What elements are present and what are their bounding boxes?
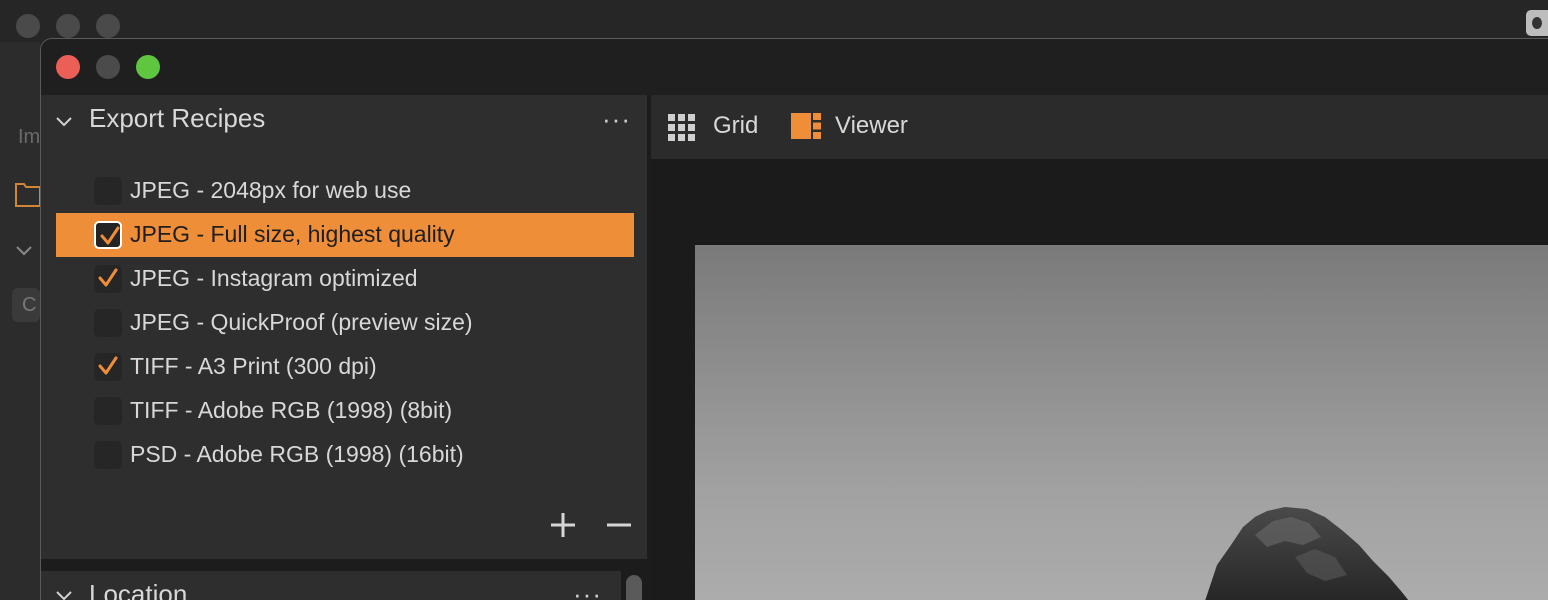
- background-pill[interactable]: C: [12, 288, 40, 322]
- location-panel[interactable]: Location ···: [41, 571, 621, 600]
- more-options-icon[interactable]: ···: [602, 106, 631, 132]
- recipe-label: TIFF - Adobe RGB (1998) (8bit): [130, 397, 453, 423]
- export-recipes-header[interactable]: Export Recipes ···: [41, 95, 647, 145]
- checkmark-icon: [98, 268, 118, 287]
- recipe-checkbox[interactable]: [94, 177, 122, 205]
- image-viewer[interactable]: [651, 159, 1548, 600]
- view-toolbar: Grid Viewer: [651, 95, 1548, 159]
- grid-icon[interactable]: [667, 113, 697, 143]
- recipe-label: JPEG - Instagram optimized: [130, 265, 418, 291]
- recipe-item[interactable]: PSD - Adobe RGB (1998) (16bit): [56, 433, 634, 477]
- recipe-label: JPEG - Full size, highest quality: [130, 221, 455, 247]
- grid-button[interactable]: Grid: [713, 112, 758, 140]
- titlebar: [41, 39, 1548, 95]
- recipe-item[interactable]: JPEG - 2048px for web use: [56, 169, 634, 213]
- viewer-button[interactable]: Viewer: [835, 112, 908, 140]
- recipe-label: JPEG - QuickProof (preview size): [130, 309, 473, 335]
- scrollbar-thumb[interactable]: [626, 575, 642, 600]
- chevron-down-icon[interactable]: [55, 113, 73, 131]
- recipe-checkbox[interactable]: [94, 353, 122, 381]
- recipe-list: JPEG - 2048px for web use JPEG - Full siz…: [56, 169, 634, 477]
- folder-icon[interactable]: [14, 178, 40, 208]
- more-options-icon[interactable]: ···: [573, 579, 602, 600]
- zoom-button[interactable]: [136, 55, 160, 79]
- background-close-button[interactable]: [16, 14, 40, 38]
- plus-icon[interactable]: [549, 511, 577, 539]
- recipe-item[interactable]: JPEG - Full size, highest quality: [56, 213, 634, 257]
- minimize-button[interactable]: [96, 55, 120, 79]
- export-recipes-panel: Export Recipes ··· JPEG - 2048px for web…: [41, 95, 647, 559]
- export-recipes-title: Export Recipes: [89, 103, 266, 133]
- background-titlebar: [0, 0, 1548, 42]
- checkmark-icon: [100, 226, 120, 245]
- minus-icon[interactable]: [605, 511, 633, 539]
- recipe-item[interactable]: JPEG - QuickProof (preview size): [56, 301, 634, 345]
- checkmark-icon: [98, 356, 118, 375]
- recipe-checkbox[interactable]: [94, 397, 122, 425]
- close-button[interactable]: [56, 55, 80, 79]
- recipe-label: JPEG - 2048px for web use: [130, 177, 412, 203]
- background-zoom-button[interactable]: [96, 14, 120, 38]
- recipe-item[interactable]: JPEG - Instagram optimized: [56, 257, 634, 301]
- main-window: Export Recipes ··· JPEG - 2048px for web…: [40, 38, 1548, 600]
- recipe-item[interactable]: TIFF - A3 Print (300 dpi): [56, 345, 634, 389]
- photo-preview[interactable]: [695, 245, 1548, 600]
- mountain-image: [1205, 507, 1409, 600]
- recipe-label: PSD - Adobe RGB (1998) (16bit): [130, 441, 464, 467]
- background-sidebar-text: Im: [18, 126, 41, 148]
- viewer-icon[interactable]: [791, 113, 821, 139]
- background-info-icon[interactable]: [1526, 10, 1548, 36]
- recipe-label: TIFF - A3 Print (300 dpi): [130, 353, 377, 379]
- recipe-checkbox[interactable]: [94, 441, 122, 469]
- location-title: Location: [89, 579, 188, 600]
- recipe-checkbox[interactable]: [94, 265, 122, 293]
- chevron-down-icon[interactable]: [55, 587, 73, 600]
- recipe-checkbox[interactable]: [94, 221, 122, 249]
- chevron-down-icon[interactable]: [14, 240, 34, 260]
- recipe-checkbox[interactable]: [94, 309, 122, 337]
- recipe-item[interactable]: TIFF - Adobe RGB (1998) (8bit): [56, 389, 634, 433]
- background-minimize-button[interactable]: [56, 14, 80, 38]
